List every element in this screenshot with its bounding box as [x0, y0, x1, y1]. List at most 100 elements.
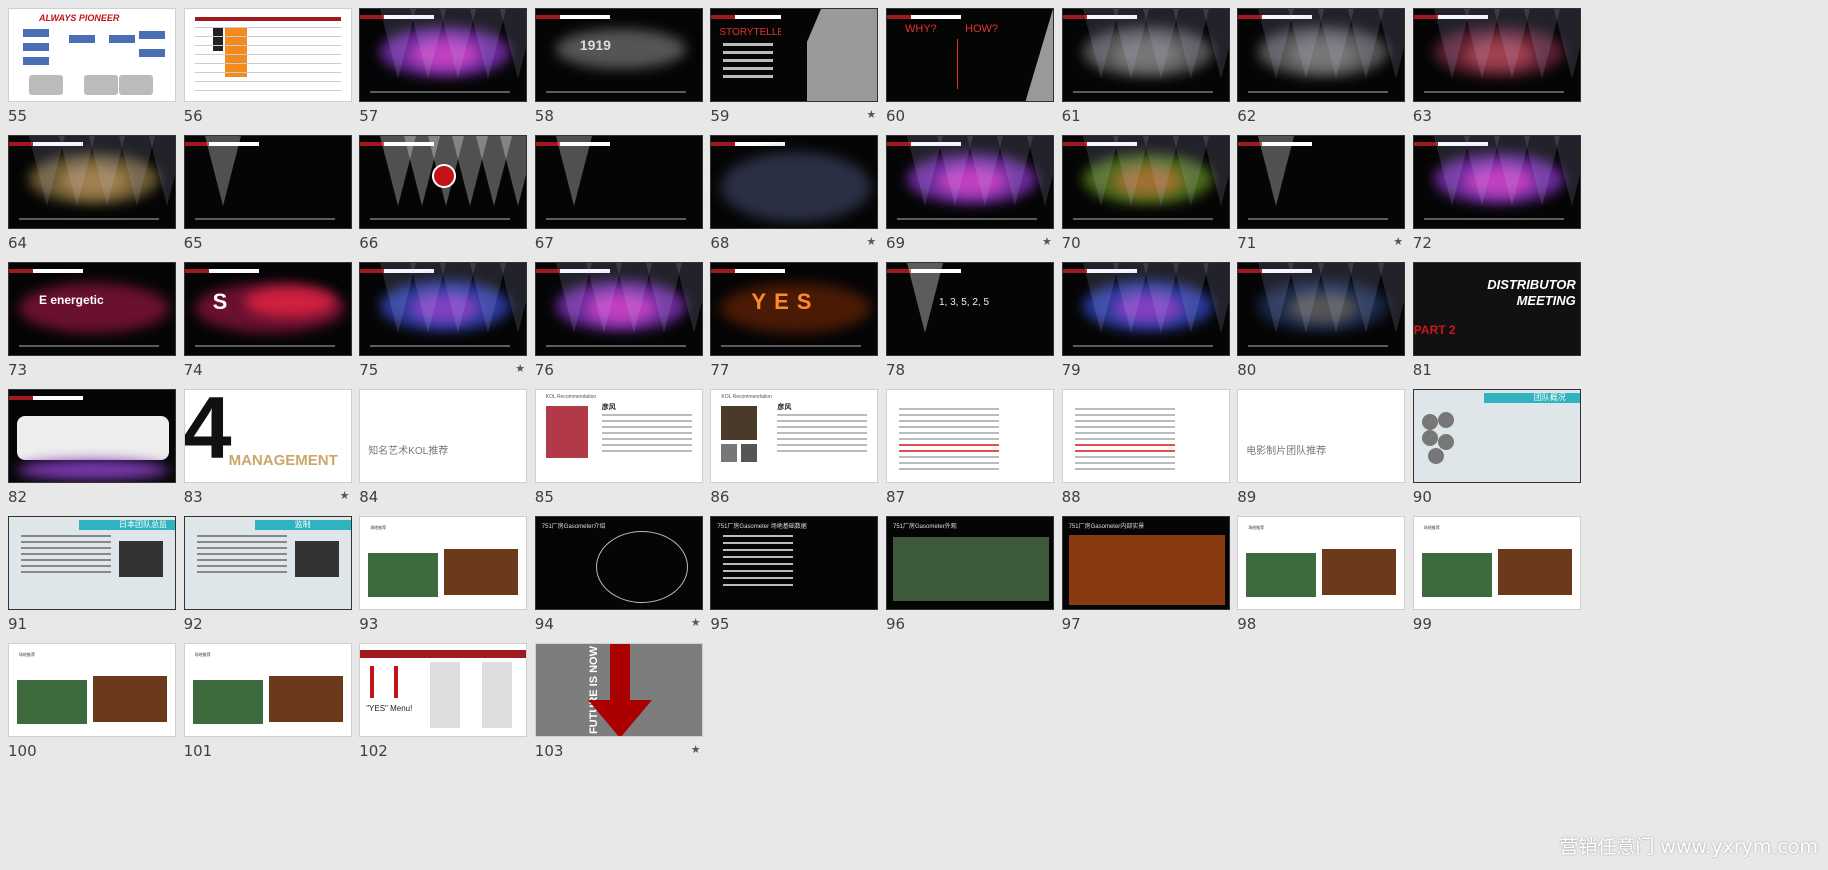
slide-thumbnail-100[interactable]: 场地推荐 100	[0, 635, 176, 760]
slide-preview[interactable]: S	[183, 262, 352, 356]
slide-preview[interactable]: 团队概况	[1412, 389, 1581, 483]
slide-thumbnail-87[interactable]: 87	[878, 381, 1054, 506]
slide-preview[interactable]	[710, 135, 879, 229]
slide-thumbnail-83[interactable]: 4 MANAGEMENT 83 ★	[176, 381, 352, 506]
slide-thumbnail-55[interactable]: ALWAYS PIONEER 55	[0, 0, 176, 125]
slide-thumbnail-60[interactable]: WHY? HOW? 60	[878, 0, 1054, 125]
slide-thumbnail-101[interactable]: 场地推荐 101	[176, 635, 352, 760]
slide-preview[interactable]: FUTURE IS NOW	[534, 643, 703, 737]
slide-preview[interactable]: 4 MANAGEMENT	[183, 389, 352, 483]
slide-thumbnail-92[interactable]: 监制 92	[176, 508, 352, 633]
slide-preview[interactable]	[359, 262, 528, 356]
slide-preview[interactable]	[1061, 262, 1230, 356]
slide-thumbnail-65[interactable]: 65	[176, 127, 352, 252]
slide-thumbnail-70[interactable]: 70	[1054, 127, 1230, 252]
slide-preview[interactable]: 751厂房Gasometer内部实景	[1061, 516, 1230, 610]
slide-thumbnail-74[interactable]: S 74	[176, 254, 352, 379]
slide-preview[interactable]: 751厂房Gasometer 场地基础数据	[710, 516, 879, 610]
slide-preview[interactable]: ALWAYS PIONEER	[8, 8, 176, 102]
slide-preview[interactable]: 751厂房Gasometer介绍	[534, 516, 703, 610]
slide-preview[interactable]: 场地推荐	[1237, 516, 1406, 610]
slide-thumbnail-91[interactable]: 日本团队总监 91	[0, 508, 176, 633]
slide-thumbnail-95[interactable]: 751厂房Gasometer 场地基础数据 95	[702, 508, 879, 633]
slide-thumbnail-62[interactable]: 62	[1229, 0, 1406, 125]
slide-thumbnail-72[interactable]: 72	[1405, 127, 1581, 252]
slide-preview[interactable]: YES	[710, 262, 879, 356]
slide-preview[interactable]	[1412, 135, 1581, 229]
slide-thumbnail-77[interactable]: YES 77	[702, 254, 879, 379]
slide-preview[interactable]	[534, 135, 703, 229]
slide-thumbnail-64[interactable]: 64	[0, 127, 176, 252]
slide-thumbnail-78[interactable]: 1, 3, 5, 2, 5 78	[878, 254, 1054, 379]
slide-thumbnail-90[interactable]: 团队概况 90	[1405, 381, 1581, 506]
slide-preview[interactable]: 1919	[534, 8, 703, 102]
slide-thumbnail-103[interactable]: FUTURE IS NOW 103 ★	[527, 635, 703, 760]
slide-preview[interactable]	[183, 135, 352, 229]
slide-thumbnail-66[interactable]: 66	[351, 127, 528, 252]
slide-preview[interactable]: 知名艺术KOL推荐	[359, 389, 528, 483]
slide-preview[interactable]: E energetic	[8, 262, 176, 356]
slide-thumbnail-102[interactable]: "YES" Menu! 102	[351, 635, 528, 760]
slide-thumbnail-96[interactable]: 751厂房Gasometer外观 96	[878, 508, 1054, 633]
slide-thumbnail-67[interactable]: 67	[527, 127, 703, 252]
slide-preview[interactable]: 场地推荐	[1412, 516, 1581, 610]
slide-thumbnail-85[interactable]: KOL Recommendation 彦风 85	[527, 381, 703, 506]
slide-preview[interactable]: WHY? HOW?	[886, 8, 1054, 102]
slide-thumbnail-93[interactable]: 场地推荐 93	[351, 508, 528, 633]
slide-preview[interactable]	[1237, 262, 1406, 356]
slide-preview[interactable]: 电影制片团队推荐	[1237, 389, 1406, 483]
slide-thumbnail-75[interactable]: 75 ★	[351, 254, 528, 379]
slide-thumbnail-63[interactable]: 63	[1405, 0, 1581, 125]
slide-thumbnail-56[interactable]: 56	[176, 0, 352, 125]
slide-preview[interactable]	[359, 135, 528, 229]
slide-preview[interactable]: 监制	[183, 516, 352, 610]
slide-thumbnail-57[interactable]: 57	[351, 0, 528, 125]
slide-preview[interactable]	[886, 135, 1054, 229]
slide-preview[interactable]	[1237, 135, 1406, 229]
slide-thumbnail-69[interactable]: 69 ★	[878, 127, 1054, 252]
slide-thumbnail-88[interactable]: 88	[1054, 381, 1230, 506]
slide-thumbnail-80[interactable]: 80	[1229, 254, 1406, 379]
slide-thumbnail-89[interactable]: 电影制片团队推荐 89	[1229, 381, 1406, 506]
slide-thumbnail-82[interactable]: 82	[0, 381, 176, 506]
slide-thumbnail-97[interactable]: 751厂房Gasometer内部实景 97	[1054, 508, 1230, 633]
slide-preview[interactable]	[1061, 135, 1230, 229]
slide-thumbnail-59[interactable]: STORYTELLER 59 ★	[702, 0, 879, 125]
slide-thumbnail-81[interactable]: DISTRIBUTOR MEETING PART 2 81	[1405, 254, 1581, 379]
slide-preview[interactable]: KOL Recommendation 彦风	[710, 389, 879, 483]
slide-preview[interactable]: 日本团队总监	[8, 516, 176, 610]
slide-preview[interactable]: KOL Recommendation 彦风	[534, 389, 703, 483]
slide-preview[interactable]	[886, 389, 1054, 483]
slide-preview[interactable]: STORYTELLER	[710, 8, 879, 102]
slide-preview[interactable]: DISTRIBUTOR MEETING PART 2	[1412, 262, 1581, 356]
slide-thumbnail-71[interactable]: 71 ★	[1229, 127, 1406, 252]
slide-preview[interactable]: 场地推荐	[183, 643, 352, 737]
slide-thumbnail-58[interactable]: 1919 58	[527, 0, 703, 125]
slide-thumbnail-76[interactable]: 76	[527, 254, 703, 379]
slide-thumbnail-73[interactable]: E energetic 73	[0, 254, 176, 379]
slide-preview[interactable]: "YES" Menu!	[359, 643, 528, 737]
diagram-box	[84, 75, 118, 95]
slide-thumbnail-68[interactable]: 68 ★	[702, 127, 879, 252]
slide-thumbnail-94[interactable]: 751厂房Gasometer介绍 94 ★	[527, 508, 703, 633]
slide-thumbnail-84[interactable]: 知名艺术KOL推荐 84	[351, 381, 528, 506]
slide-thumbnail-86[interactable]: KOL Recommendation 彦风 86	[702, 381, 879, 506]
slide-thumbnail-79[interactable]: 79	[1054, 254, 1230, 379]
slide-number: 78	[886, 361, 906, 379]
slide-preview[interactable]	[8, 389, 176, 483]
slide-preview[interactable]: 场地推荐	[8, 643, 176, 737]
slide-preview[interactable]	[183, 8, 352, 102]
slide-thumbnail-61[interactable]: 61	[1054, 0, 1230, 125]
slide-preview[interactable]	[8, 135, 176, 229]
slide-preview[interactable]	[359, 8, 528, 102]
slide-preview[interactable]	[1061, 8, 1230, 102]
slide-preview[interactable]: 场地推荐	[359, 516, 528, 610]
slide-thumbnail-98[interactable]: 场地推荐 98	[1229, 508, 1406, 633]
slide-thumbnail-99[interactable]: 场地推荐 99	[1405, 508, 1581, 633]
slide-preview[interactable]	[1237, 8, 1406, 102]
slide-preview[interactable]	[1412, 8, 1581, 102]
slide-preview[interactable]	[534, 262, 703, 356]
slide-preview[interactable]	[1061, 389, 1230, 483]
slide-preview[interactable]: 1, 3, 5, 2, 5	[886, 262, 1054, 356]
slide-preview[interactable]: 751厂房Gasometer外观	[886, 516, 1054, 610]
